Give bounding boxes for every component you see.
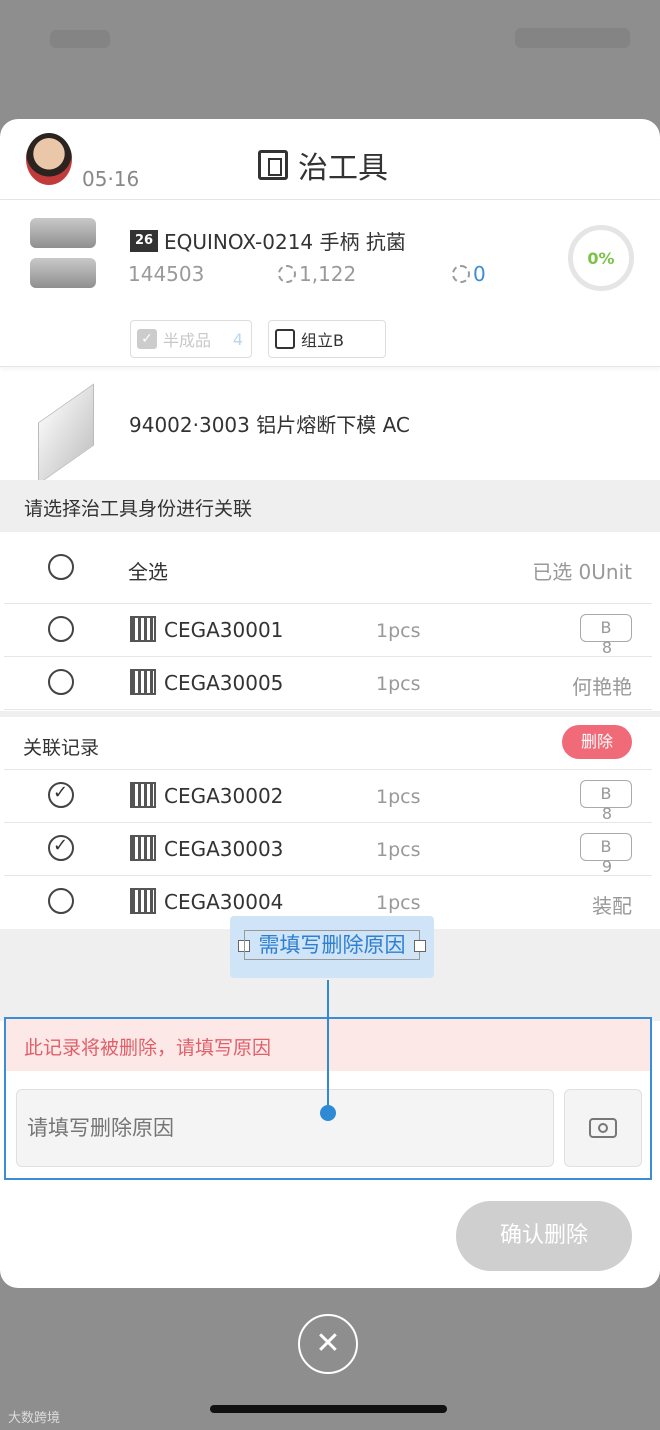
tag-semi-finished[interactable]: ✓ 半成品 4 — [130, 320, 252, 358]
avatar[interactable] — [26, 133, 72, 185]
radio-checked-icon[interactable] — [48, 835, 74, 861]
tool-owner: 何艳艳 — [572, 675, 632, 699]
close-button[interactable]: ✕ — [298, 1314, 358, 1374]
radio-icon[interactable] — [48, 616, 74, 642]
radio-icon[interactable] — [48, 669, 74, 695]
annotation-text: 需填写删除原因 — [244, 930, 420, 960]
chip-sub: 9 — [601, 857, 612, 876]
qr-code-icon — [130, 616, 156, 642]
selected-count: 已选 0Unit — [532, 560, 632, 584]
progress-ring: 0% — [568, 225, 634, 291]
annotation-anchor-dot[interactable] — [320, 1105, 336, 1121]
tool-qty: 1pcs — [376, 786, 421, 808]
watermark: 大数跨境 — [8, 1411, 61, 1426]
tool-code: CEGA30003 — [164, 837, 284, 861]
tool-code: CEGA30002 — [164, 784, 284, 808]
radio-checked-icon[interactable] — [48, 782, 74, 808]
tool-modal: 05·16 治工具 26 EQUINOX-0214 手柄 抗菌 144503 1… — [0, 119, 660, 1288]
radio-icon[interactable] — [48, 888, 74, 914]
qr-code-icon — [130, 835, 156, 861]
checkbox-icon — [275, 329, 295, 349]
qr-code-icon — [130, 782, 156, 808]
page-title: 治工具 — [298, 151, 388, 186]
gear-icon — [278, 265, 296, 283]
table-row[interactable]: CEGA30003 1pcs B 9 — [4, 823, 652, 876]
chip-sub: 8 — [601, 804, 612, 823]
qr-code-icon — [130, 888, 156, 914]
product-card[interactable]: 26 EQUINOX-0214 手柄 抗菌 144503 1,122 0 0% … — [0, 200, 660, 367]
chip-sub: 8 — [601, 638, 612, 657]
camera-button[interactable] — [564, 1089, 642, 1167]
delete-button[interactable]: 删除 — [562, 725, 632, 759]
tool-code: CEGA30004 — [164, 890, 284, 914]
records-title: 关联记录 — [23, 737, 100, 759]
checkbox-checked-icon: ✓ — [137, 329, 157, 349]
title-group: 治工具 — [258, 143, 388, 187]
home-indicator[interactable] — [210, 1405, 447, 1413]
select-all-row[interactable]: 全选 已选 0Unit — [4, 532, 652, 604]
tool-code: CEGA30005 — [164, 671, 284, 695]
stat2-value: 0 — [473, 262, 486, 286]
header-date: 05·16 — [82, 167, 140, 191]
modal-header: 05·16 治工具 — [0, 119, 660, 200]
tool-qty: 1pcs — [376, 839, 421, 861]
tool-qty: 1pcs — [376, 892, 421, 914]
camera-icon — [589, 1118, 617, 1138]
gear-icon — [452, 265, 470, 283]
product-badge: 26 — [130, 229, 158, 252]
radio-icon[interactable] — [48, 554, 74, 580]
tag-label: 组立B — [301, 331, 344, 350]
select-section-heading: 请选择治工具身份进行关联 — [0, 480, 660, 532]
status-bar-time — [50, 30, 110, 48]
status-bar-icons — [515, 28, 630, 48]
product-name: EQUINOX-0214 手柄 抗菌 — [164, 230, 406, 254]
tool-icon — [258, 150, 288, 180]
section-heading-text: 请选择治工具身份进行关联 — [24, 498, 253, 520]
select-all-label: 全选 — [128, 560, 168, 584]
tool-qty: 1pcs — [376, 620, 421, 642]
product-image — [30, 218, 98, 296]
qr-code-icon — [130, 669, 156, 695]
product-stat-quantity: 1,122 — [278, 262, 356, 286]
mold-image — [30, 383, 96, 485]
tool-qty: 1pcs — [376, 673, 421, 695]
tool-code: CEGA30001 — [164, 618, 284, 642]
table-row[interactable]: CEGA30001 1pcs B 8 — [4, 604, 652, 657]
resize-handle-right[interactable] — [414, 940, 426, 952]
product-stat-tools: 0 — [452, 262, 486, 286]
warning-text: 此记录将被删除，请填写原因 — [24, 1037, 272, 1059]
tag-count: 4 — [232, 329, 243, 349]
tag-assembly-b[interactable]: 组立B — [268, 320, 386, 358]
records-heading: 关联记录 删除 — [4, 717, 652, 770]
tag-label: 半成品 — [163, 331, 212, 350]
stat1-value: 1,122 — [299, 262, 357, 286]
table-row[interactable]: CEGA30005 1pcs 何艳艳 — [4, 657, 652, 710]
product-code: 144503 — [128, 262, 205, 286]
table-row[interactable]: CEGA30002 1pcs B 8 — [4, 770, 652, 823]
product-name-line: 26 EQUINOX-0214 手柄 抗菌 — [130, 226, 406, 255]
mold-name: 94002·3003 铝片熔断下模 AC — [129, 413, 410, 437]
mold-item: 94002·3003 铝片熔断下模 AC — [0, 367, 660, 485]
tool-process: 装配 — [592, 894, 632, 918]
delete-reason-input[interactable] — [16, 1089, 554, 1167]
confirm-delete-button[interactable]: 确认删除 — [456, 1201, 632, 1271]
annotation-tooltip: 需填写删除原因 — [230, 916, 434, 978]
annotation-connector — [327, 980, 329, 1112]
